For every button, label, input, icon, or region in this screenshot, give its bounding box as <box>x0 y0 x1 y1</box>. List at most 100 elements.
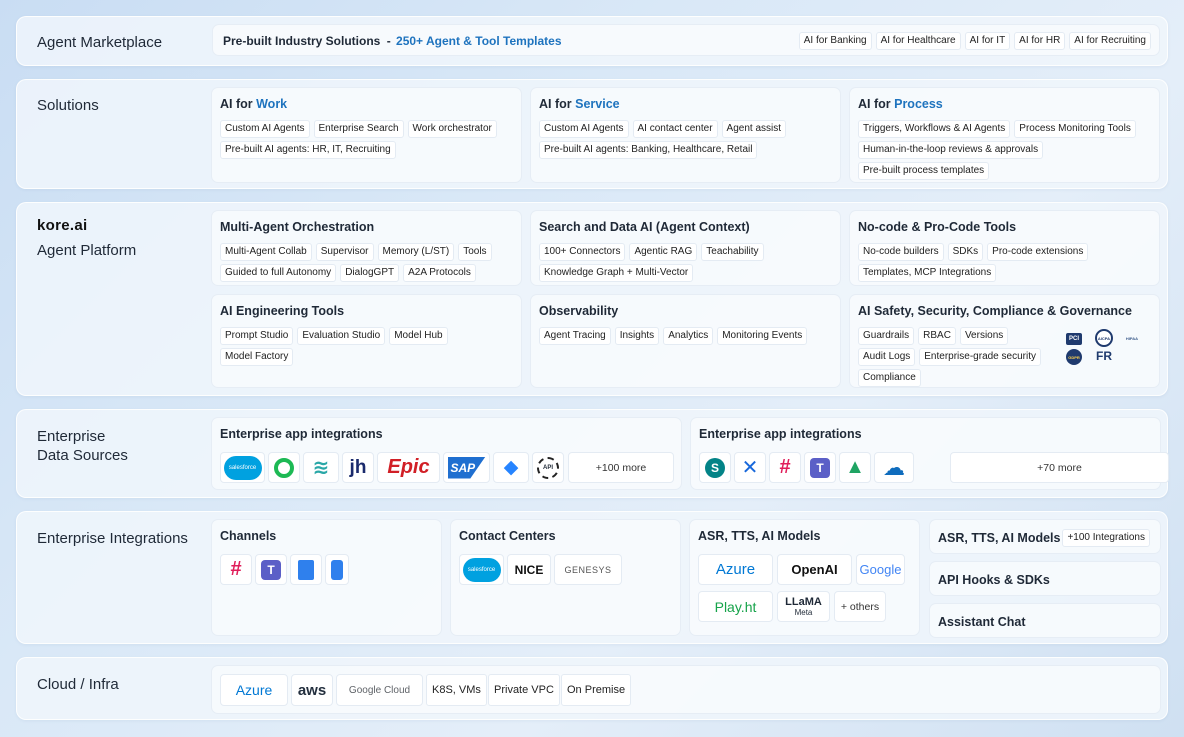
integrations-count-tag[interactable]: +100 Integrations <box>1062 529 1150 547</box>
cloud-card: Azure aws Google Cloud K8S, VMs Private … <box>211 665 1161 714</box>
kore-ai-logo: kore.ai <box>37 217 88 234</box>
slack-logo-icon[interactable]: # <box>769 452 801 483</box>
solutions-row: Solutions AI for Work Custom AI Agents E… <box>16 79 1168 189</box>
more-integrations-button[interactable]: +100 more <box>568 452 674 483</box>
contact-centers-card: Contact Centers salesforce NICE GENESYS <box>450 519 681 636</box>
tag: Agent assist <box>721 120 787 138</box>
tag: Prompt Studio <box>220 327 294 345</box>
tag: Process Monitoring Tools <box>1014 120 1136 138</box>
solution-card-service[interactable]: AI for Service Custom AI Agents AI conta… <box>530 87 841 183</box>
tag-list: Multi-Agent Collab Supervisor Memory (L/… <box>220 243 513 282</box>
marketplace-summary: Pre-built Industry Solutions - 250+ Agen… <box>223 34 562 48</box>
infra-tag[interactable]: On Premise <box>561 674 632 706</box>
hipaa-badge-icon: HIPAA <box>1125 335 1139 341</box>
web-chat-icon[interactable] <box>290 554 322 585</box>
llama-logo-icon[interactable]: LLaMA Meta <box>777 591 830 622</box>
aws-logo-icon[interactable]: aws <box>291 674 333 706</box>
api-hooks-card[interactable]: API Hooks & SDKs <box>929 561 1161 596</box>
industry-tag[interactable]: AI for Healthcare <box>875 32 961 50</box>
data-source-card-1: Enterprise app integrations salesforce ≋… <box>211 417 682 490</box>
card-title: Assistant Chat <box>938 615 1026 629</box>
agent-platform-row: kore.ai Agent Platform Multi-Agent Orche… <box>16 202 1168 396</box>
google-drive-logo-icon[interactable]: ▲ <box>839 452 871 483</box>
slack-channel-icon[interactable]: # <box>220 554 252 585</box>
tag: Insights <box>614 327 660 345</box>
salesforce-cc-logo-icon[interactable]: salesforce <box>459 554 504 585</box>
tag: Custom AI Agents <box>539 120 629 138</box>
tag: Agentic RAG <box>629 243 698 261</box>
solution-card-work[interactable]: AI for Work Custom AI Agents Enterprise … <box>211 87 522 183</box>
teams-channel-icon[interactable]: T <box>255 554 287 585</box>
platform-card-observability[interactable]: Observability Agent Tracing Insights Ana… <box>530 294 841 388</box>
tag: AI contact center <box>632 120 718 138</box>
marketplace-bar: Pre-built Industry Solutions - 250+ Agen… <box>212 24 1160 56</box>
agent-marketplace-row: Agent Marketplace Pre-built Industry Sol… <box>16 16 1168 66</box>
api-gear-icon[interactable]: API <box>532 452 564 483</box>
platform-card-nocode[interactable]: No-code & Pro-Code Tools No-code builder… <box>849 210 1160 286</box>
card-title: API Hooks & SDKs <box>938 573 1050 587</box>
openai-logo-icon[interactable]: OpenAI <box>777 554 852 585</box>
azure-logo-icon[interactable]: Azure <box>698 554 773 585</box>
industry-tag[interactable]: AI for Recruiting <box>1069 32 1151 50</box>
infra-tag[interactable]: Private VPC <box>488 674 560 706</box>
platform-card-engineering[interactable]: AI Engineering Tools Prompt Studio Evalu… <box>211 294 522 388</box>
salesforce-logo-icon[interactable]: salesforce <box>220 452 265 483</box>
tag-list: No-code builders SDKs Pro-code extension… <box>858 243 1151 282</box>
industry-tag[interactable]: AI for Banking <box>798 32 872 50</box>
google-cloud-logo-icon[interactable]: Google Cloud <box>336 674 423 706</box>
platform-card-search-data[interactable]: Search and Data AI (Agent Context) 100+ … <box>530 210 841 286</box>
teams-logo-icon[interactable]: T <box>804 452 836 483</box>
tag: Pre-built AI agents: HR, IT, Recruiting <box>220 141 396 159</box>
tag: Evaluation Studio <box>297 327 386 345</box>
tag: A2A Protocols <box>403 264 476 282</box>
tag: Enterprise Search <box>313 120 404 138</box>
platform-card-orchestration[interactable]: Multi-Agent Orchestration Multi-Agent Co… <box>211 210 522 286</box>
card-title: AI for Process <box>858 97 943 111</box>
sap-logo-icon[interactable]: SAP <box>443 452 490 483</box>
card-title: Contact Centers <box>459 529 556 543</box>
epic-logo-icon[interactable]: Epic <box>377 452 440 483</box>
azure-cloud-logo-icon[interactable]: Azure <box>220 674 288 706</box>
mobile-sdk-icon[interactable] <box>325 554 349 585</box>
infra-tag[interactable]: K8S, VMs <box>426 674 487 706</box>
more-models-button[interactable]: + others <box>834 591 886 622</box>
tag: Guided to full Autonomy <box>220 264 337 282</box>
card-title: ASR, TTS, AI Models <box>698 529 821 543</box>
playht-logo-icon[interactable]: Play.ht <box>698 591 773 622</box>
dash: - <box>386 34 391 48</box>
genesys-logo-icon[interactable]: GENESYS <box>554 554 622 585</box>
qualtrics-logo-icon[interactable] <box>268 452 300 483</box>
templates-link[interactable]: 250+ Agent & Tool Templates <box>396 34 561 48</box>
fedramp-badge-icon: FR <box>1096 349 1112 363</box>
google-logo-icon[interactable]: Google <box>856 554 905 585</box>
sharepoint-logo-icon[interactable]: S <box>699 452 731 483</box>
more-integrations-button[interactable]: +70 more <box>950 452 1169 483</box>
tag-list: Guardrails RBAC Versions Audit Logs Ente… <box>858 327 1059 387</box>
tag: Monitoring Events <box>717 327 808 345</box>
gdpr-badge-icon: GDPR <box>1066 349 1082 365</box>
industry-tag[interactable]: AI for HR <box>1014 32 1066 50</box>
jh-logo-icon[interactable]: jh <box>342 452 374 483</box>
nice-logo-icon[interactable]: NICE <box>507 554 551 585</box>
tag: Multi-Agent Collab <box>220 243 312 261</box>
assistant-chat-card[interactable]: Assistant Chat <box>929 603 1161 638</box>
tag-list: Prompt Studio Evaluation Studio Model Hu… <box>220 327 513 366</box>
aicpa-badge-icon: AICPA <box>1095 329 1113 347</box>
tag: Analytics <box>663 327 714 345</box>
tag: Audit Logs <box>858 348 916 366</box>
tag: Work orchestrator <box>407 120 497 138</box>
confluence-logo-icon[interactable]: ✕ <box>734 452 766 483</box>
solution-card-process[interactable]: AI for Process Triggers, Workflows & AI … <box>849 87 1160 183</box>
onedrive-logo-icon[interactable]: ☁ <box>874 452 914 483</box>
tag: Human-in-the-loop reviews & approvals <box>858 141 1044 159</box>
platform-card-safety[interactable]: AI Safety, Security, Compliance & Govern… <box>849 294 1160 388</box>
tag: Model Hub <box>389 327 448 345</box>
card-title: Observability <box>539 304 619 318</box>
card-title: Multi-Agent Orchestration <box>220 220 375 234</box>
tag: No-code builders <box>858 243 944 261</box>
card-title: ASR, TTS, AI Models <box>938 531 1061 545</box>
jira-logo-icon[interactable]: ◆ <box>493 452 529 483</box>
industry-tag[interactable]: AI for IT <box>964 32 1011 50</box>
asr-tts-models-card: ASR, TTS, AI Models Azure OpenAI Google … <box>689 519 920 636</box>
zendesk-logo-icon[interactable]: ≋ <box>303 452 339 483</box>
